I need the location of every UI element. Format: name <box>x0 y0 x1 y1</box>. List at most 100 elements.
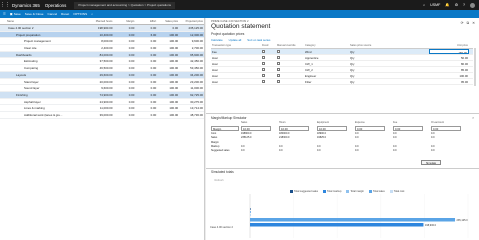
table-row[interactable]: Lines & marking 11,000.00 0.00 0.00 100.00 13… <box>0 105 204 112</box>
save-icon: ▣ <box>9 12 13 16</box>
prices-toolbar: Calculate Update all Sort on task series <box>211 38 270 42</box>
table-row[interactable]: Finishing 74,900.00 0.00 0.00 100.00 92,725.0… <box>0 91 204 99</box>
notifications-icon[interactable]: 🔔 <box>445 3 449 7</box>
table-row[interactable]: Estimating 37,500.00 0.00 0.00 100.00 42,450.… <box>0 58 204 66</box>
legend-item[interactable]: Total cost <box>389 190 404 193</box>
manual-override-checkbox[interactable] <box>277 80 281 84</box>
settings-icon[interactable]: ⚙ <box>455 3 458 7</box>
col-header-hours[interactable]: Planned hours <box>86 18 114 24</box>
table-row[interactable]: Asphalt layer 24,900.00 0.00 0.00 100.00 30,2… <box>0 99 204 106</box>
margin-cell: 0.00 <box>128 32 135 37</box>
col-header-category[interactable]: Category <box>304 43 349 48</box>
popout-icon[interactable]: ⧉ <box>467 21 470 25</box>
fixed-checkbox[interactable] <box>262 56 266 60</box>
effort-cell: 0.00 <box>150 99 157 104</box>
fixed-checkbox[interactable] <box>262 50 266 54</box>
legend-item[interactable]: Total markup <box>323 190 341 193</box>
legend-item[interactable]: Total margin <box>346 190 364 193</box>
simulate-button[interactable]: Simulate <box>421 160 441 165</box>
unit-price-cell: 85.00 <box>461 67 468 72</box>
col-header-unit-price[interactable]: Unit price <box>429 43 469 48</box>
sim-percent-input[interactable]: 0.00 <box>355 126 385 131</box>
sim-percent-input[interactable]: 0.00 <box>431 126 461 131</box>
table-row[interactable]: Sound layer 9,600.00 0.00 0.00 100.00 11,000.… <box>0 85 204 92</box>
reset-button[interactable]: Reset <box>61 12 69 16</box>
table-row[interactable]: Additional work (lanes & gre... 39,000.00… <box>0 112 204 119</box>
sim-cell: 0.0 <box>355 136 359 140</box>
table-row[interactable]: Layouts 29,600.00 0.00 0.00 100.00 34,200.00 <box>0 71 204 79</box>
fixed-checkbox[interactable] <box>262 74 266 78</box>
table-row[interactable]: Dashboards 84,000.00 0.00 0.00 100.00 95,900.… <box>0 51 204 59</box>
breadcrumb[interactable]: Project management and accounting > Quot… <box>74 1 176 9</box>
action-search-icon[interactable]: ⌕ <box>91 12 93 16</box>
fixed-checkbox-cell <box>261 61 276 66</box>
fixed-checkbox[interactable] <box>262 68 266 72</box>
refresh-chart-button[interactable]: Refresh <box>211 178 227 183</box>
margin-cell: 0.00 <box>128 99 135 104</box>
table-row[interactable]: Comparing 46,500.00 0.00 0.00 100.00 53,450.0… <box>0 65 204 72</box>
chart-bar[interactable] <box>250 223 424 227</box>
menu-icon[interactable]: ☰ <box>3 12 6 16</box>
col-header-fixed[interactable]: Fixed <box>261 43 276 48</box>
help-icon[interactable]: ? <box>463 3 465 7</box>
category-cell: CW_1 <box>305 61 313 66</box>
avatar[interactable] <box>470 2 475 8</box>
options-label: OPTIONS <box>73 12 88 16</box>
manual-override-checkbox[interactable] <box>277 74 281 78</box>
legend-item[interactable]: Total sales <box>368 190 385 193</box>
sim-percent-input[interactable]: 10.00 <box>279 126 309 131</box>
col-header-sales-price[interactable]: Sales price <box>157 18 179 24</box>
save-button[interactable]: ▣ Save <box>10 12 21 16</box>
table-row[interactable]: Clear role 2,400.00 0.00 0.00 100.00 2,700.00 <box>0 45 204 52</box>
brand-name[interactable]: Dynamics 365 <box>10 3 40 8</box>
manual-override-checkbox[interactable] <box>277 68 281 72</box>
fixed-checkbox[interactable] <box>262 80 266 84</box>
app-launcher-icon[interactable]: ⋮⋮ <box>0 0 10 10</box>
section-title-prices[interactable]: Project quotation prices <box>211 32 244 36</box>
sim-cell: 218300.0 <box>279 136 290 140</box>
refresh-icon[interactable]: ⟳ <box>461 21 464 25</box>
effort-cell: 0.00 <box>150 106 157 111</box>
sim-cell: 0.0 <box>431 149 435 153</box>
options-tab[interactable]: OPTIONS <box>73 12 87 16</box>
projected-price-cell: 11,000.00 <box>190 86 204 91</box>
planned-hours-cell: 37,500.00 <box>99 59 113 64</box>
col-header-sales-price-source[interactable]: Sales price source <box>349 43 429 48</box>
col-header-projected-price[interactable]: Projected price <box>179 18 204 24</box>
margin-cell: 0.00 <box>128 79 135 84</box>
calculate-button[interactable]: Calculate <box>211 38 223 42</box>
col-header-transaction-type[interactable]: Transaction type <box>211 43 261 48</box>
sim-percent-input[interactable]: 0.00 <box>393 126 423 131</box>
col-header-name[interactable]: Name <box>6 18 86 24</box>
col-header-manual-override[interactable]: Manual override <box>276 43 304 48</box>
save-close-button[interactable]: Save & Close <box>25 12 44 16</box>
close-icon[interactable]: ✕ <box>472 21 475 25</box>
sim-percent-input[interactable]: 10.00 <box>317 126 347 131</box>
sim-mode-select[interactable]: Margin <box>211 126 239 131</box>
table-row[interactable]: Hour Fitter Qty 95.00 <box>211 79 473 85</box>
sim-percent-input[interactable]: 10.00 <box>241 126 271 131</box>
table-row[interactable]: Project management 8,000.00 0.00 0.00 100.00… <box>0 38 204 46</box>
section-title-totals[interactable]: Simulated totals <box>211 170 234 174</box>
table-row[interactable]: Stand layer 20,000.00 0.00 0.00 100.00 23,200… <box>0 79 204 86</box>
section-title-simulator[interactable]: Margin/Markup Simulator <box>211 116 247 120</box>
table-row[interactable]: Case 4.00 section 2 198,900.00 0.00 0.00 0.0… <box>0 25 204 32</box>
col-header-margin[interactable]: Margin <box>113 18 135 24</box>
legend-item[interactable]: Total suggested sales <box>290 190 318 193</box>
update-all-button[interactable]: Update all <box>229 38 242 42</box>
manual-override-checkbox[interactable] <box>277 62 281 66</box>
fixed-checkbox[interactable] <box>262 62 266 66</box>
search-icon[interactable]: ⌕ <box>423 3 425 7</box>
cancel-button[interactable]: Cancel <box>48 12 58 16</box>
col-header-effort[interactable]: Effort <box>135 18 157 24</box>
sort-task-button[interactable]: Sort on task series <box>247 38 270 42</box>
collapse-simulator-icon[interactable]: ˄ <box>472 116 474 120</box>
manual-override-checkbox[interactable] <box>277 56 281 60</box>
price-grid-scrollbar[interactable] <box>474 48 476 86</box>
manual-override-checkbox-cell <box>276 79 304 84</box>
margin-cell: 0.00 <box>128 59 135 64</box>
manual-override-checkbox[interactable] <box>277 50 281 54</box>
company-picker[interactable]: USMF <box>430 3 440 7</box>
table-row[interactable]: Project preparation 10,400.00 0.00 6.00 100.… <box>0 31 204 39</box>
chart-bar[interactable] <box>250 218 456 222</box>
